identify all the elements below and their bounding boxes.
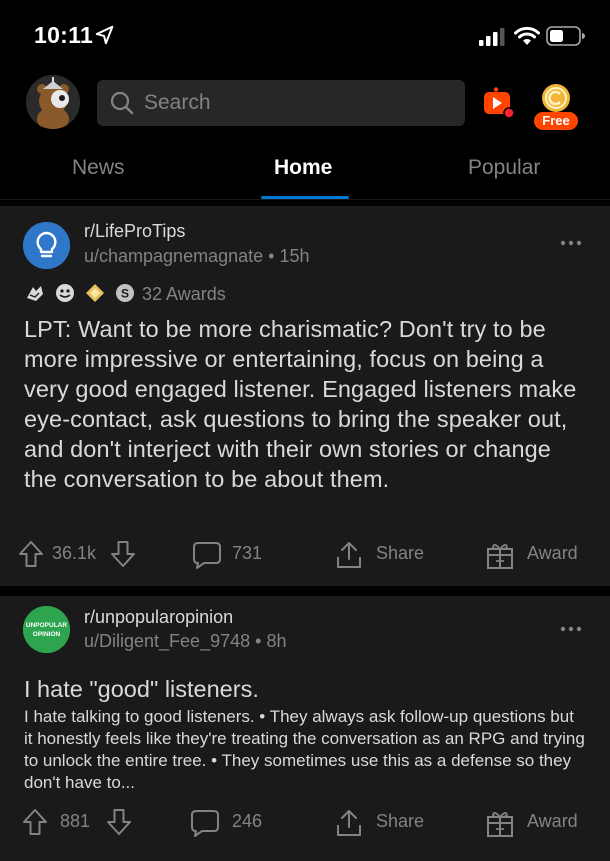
award-face-icon [56,284,74,302]
feed-tabs: News Home Popular [0,140,610,200]
award-label: Award [527,811,578,831]
post-body-preview[interactable]: I hate talking to good listeners. • They… [24,706,586,794]
award-label: Award [527,543,578,563]
lightbulb-icon [23,222,70,269]
svg-text:UNPOPULAR: UNPOPULAR [26,622,67,629]
svg-text:S: S [121,287,129,301]
award-button[interactable]: Award [485,802,585,842]
svg-text:OPINION: OPINION [33,631,61,638]
vote-group: 36.1k [18,534,138,574]
post-age: 15h [279,246,310,266]
vote-group: 881 [22,802,134,842]
share-icon [337,542,361,568]
unpopular-opinion-icon: UNPOPULAR OPINION [23,606,70,653]
avatar[interactable] [26,75,80,129]
share-icon [337,810,361,836]
share-button[interactable]: Share [334,534,434,574]
award-hands-icon [27,286,43,301]
status-bar: 10:11 [0,0,610,70]
award-gift-icon [487,812,513,837]
share-label: Share [376,543,425,563]
post-meta: u/champagnemagnate • 15h [84,246,310,267]
subreddit-icon[interactable] [23,222,70,269]
awards-count: 32 Awards [142,284,226,304]
active-tab-indicator [261,196,349,199]
status-time: 10:11 [34,22,94,48]
comments-button[interactable]: 731 [192,534,272,574]
comment-icon [191,810,219,837]
tab-home[interactable]: Home [274,156,332,180]
more-options-icon[interactable] [560,624,582,634]
post-author[interactable]: u/champagnemagnate [84,246,263,266]
post-card[interactable]: UNPOPULAR OPINION r/unpopularopinion u/D… [0,596,610,861]
more-options-icon[interactable] [560,238,582,248]
share-label: Share [376,811,425,831]
post-title[interactable]: LPT: Want to be more charismatic? Don't … [24,314,586,494]
post-actions: 881 246 Share Award [0,802,610,842]
subreddit-icon[interactable]: UNPOPULAR OPINION [23,606,70,653]
meta-separator: • [255,631,262,651]
app-header: Free [0,70,610,140]
meta-separator: • [268,246,275,266]
post-actions: 36.1k 731 Share Award [0,534,610,574]
location-arrow-icon [95,25,114,45]
vote-count: 36.1k [52,543,97,563]
tab-news[interactable]: News [72,156,125,180]
comment-icon [193,542,221,569]
search-input[interactable] [144,80,444,126]
coin-button[interactable]: Free [534,82,578,130]
subreddit-name[interactable]: r/unpopularopinion [84,607,233,628]
award-button[interactable]: Award [485,534,585,574]
comments-button[interactable]: 246 [190,802,270,842]
downvote-icon[interactable] [110,540,136,568]
battery-icon [546,26,585,46]
vote-count: 881 [60,811,91,831]
tab-popular[interactable]: Popular [468,156,540,180]
post-title[interactable]: I hate "good" listeners. [24,674,586,704]
wifi-icon [514,26,540,45]
post-author[interactable]: u/Diligent_Fee_9748 [84,631,250,651]
live-video-icon[interactable] [482,86,516,120]
downvote-icon[interactable] [106,808,132,836]
award-gift-icon [487,544,513,569]
search-icon [110,91,134,115]
coin-icon [542,84,570,112]
subreddit-name[interactable]: r/LifeProTips [84,221,185,242]
share-button[interactable]: Share [334,802,434,842]
snoo-avatar-icon [26,75,80,129]
coin-free-label: Free [534,112,578,130]
upvote-icon[interactable] [22,808,48,836]
search-bar[interactable] [97,80,465,126]
award-gold-icon [86,284,104,302]
post-meta: u/Diligent_Fee_9748 • 8h [84,631,287,652]
post-card[interactable]: r/LifeProTips u/champagnemagnate • 15h S… [0,206,610,586]
comment-count: 246 [232,811,263,831]
signal-icon [479,28,505,46]
comment-count: 731 [232,543,263,563]
award-silver-icon: S [116,284,134,302]
post-age: 8h [266,631,287,651]
upvote-icon[interactable] [18,540,44,568]
